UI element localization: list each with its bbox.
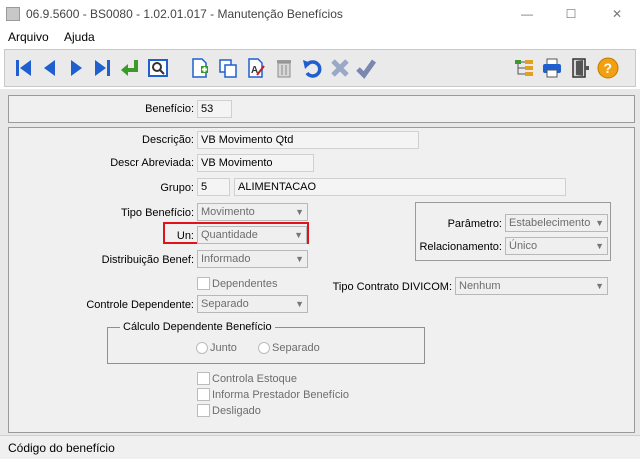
print-icon[interactable]: [541, 57, 563, 79]
return-icon[interactable]: [119, 57, 141, 79]
search-icon[interactable]: [147, 57, 169, 79]
menu-ajuda[interactable]: Ajuda: [64, 30, 95, 44]
tipo-beneficio-select[interactable]: Movimento ▼: [197, 203, 308, 221]
descricao-label: Descrição:: [142, 134, 194, 146]
distribuicao-value: Informado: [201, 253, 251, 265]
grupo-name-field: ALIMENTACAO: [234, 178, 566, 196]
relacionamento-label: Relacionamento:: [419, 241, 502, 253]
close-button[interactable]: ✕: [602, 4, 632, 24]
parametro-select[interactable]: Estabelecimento ▼: [505, 214, 608, 232]
chevron-down-icon: ▼: [295, 254, 304, 264]
maximize-button[interactable]: ☐: [556, 4, 586, 24]
controle-dependente-select[interactable]: Separado ▼: [197, 295, 308, 313]
confirm-icon[interactable]: [355, 57, 377, 79]
dependentes-label: Dependentes: [212, 278, 278, 290]
tipo-beneficio-label: Tipo Benefício:: [121, 207, 194, 219]
un-value: Quantidade: [201, 229, 258, 241]
cancel-icon[interactable]: [329, 57, 351, 79]
app-icon: [6, 7, 20, 21]
desligado-label: Desligado: [212, 405, 261, 417]
tipo-beneficio-value: Movimento: [201, 206, 255, 218]
chevron-down-icon: ▼: [295, 207, 304, 217]
status-text: Código do benefício: [8, 441, 115, 455]
last-record-icon[interactable]: [91, 57, 113, 79]
svg-text:?: ?: [604, 60, 613, 76]
grupo-label: Grupo:: [160, 182, 194, 194]
junto-radio[interactable]: [196, 342, 208, 354]
next-record-icon[interactable]: [65, 57, 87, 79]
distribuicao-label: Distribuição Benef:: [101, 254, 194, 266]
desligado-checkbox[interactable]: [197, 404, 210, 417]
distribuicao-select[interactable]: Informado ▼: [197, 250, 308, 268]
chevron-down-icon: ▼: [294, 230, 303, 240]
exit-icon[interactable]: [569, 57, 591, 79]
previous-record-icon[interactable]: [39, 57, 61, 79]
tipo-contrato-value: Nenhum: [459, 280, 501, 292]
window-title: 06.9.5600 - BS0080 - 1.02.01.017 - Manut…: [26, 7, 343, 21]
grupo-code-field[interactable]: 5: [197, 178, 230, 196]
beneficio-field[interactable]: 53: [197, 100, 232, 118]
descricao-field[interactable]: VB Movimento Qtd: [197, 131, 419, 149]
parametro-value: Estabelecimento: [509, 217, 591, 229]
controle-dependente-value: Separado: [201, 298, 249, 310]
chevron-down-icon: ▼: [595, 241, 604, 251]
chevron-down-icon: ▼: [595, 218, 604, 228]
minimize-button[interactable]: —: [512, 4, 542, 24]
separado-label: Separado: [272, 342, 320, 354]
copy-icon[interactable]: [217, 57, 239, 79]
first-record-icon[interactable]: [13, 57, 35, 79]
controle-dependente-label: Controle Dependente:: [86, 299, 194, 311]
junto-label: Junto: [210, 342, 237, 354]
undo-icon[interactable]: [301, 57, 323, 79]
controla-estoque-label: Controla Estoque: [212, 373, 297, 385]
parametro-label: Parâmetro:: [447, 218, 502, 230]
tree-icon[interactable]: [513, 57, 535, 79]
status-bar: Código do benefício: [0, 435, 640, 459]
tipo-contrato-label: Tipo Contrato DIVICOM:: [332, 281, 452, 293]
new-record-icon[interactable]: [189, 57, 211, 79]
edit-icon[interactable]: A: [245, 57, 267, 79]
delete-icon[interactable]: [273, 57, 295, 79]
tipo-contrato-select[interactable]: Nenhum ▼: [455, 277, 608, 295]
relacionamento-value: Único: [509, 240, 538, 252]
menu-bar: Arquivo Ajuda: [0, 28, 640, 46]
title-bar: 06.9.5600 - BS0080 - 1.02.01.017 - Manut…: [0, 0, 640, 28]
dependentes-checkbox[interactable]: [197, 277, 210, 290]
descr-abreviada-label: Descr Abreviada:: [110, 157, 194, 169]
separado-radio[interactable]: [258, 342, 270, 354]
calculo-legend: Cálculo Dependente Benefício: [120, 321, 275, 333]
toolbar: A ?: [4, 49, 636, 87]
relacionamento-select[interactable]: Único ▼: [505, 237, 608, 255]
informa-prestador-label: Informa Prestador Benefício: [212, 389, 349, 401]
chevron-down-icon: ▼: [295, 299, 304, 309]
informa-prestador-checkbox[interactable]: [197, 388, 210, 401]
chevron-down-icon: ▼: [595, 281, 604, 291]
un-select[interactable]: Quantidade ▼: [197, 226, 307, 244]
controla-estoque-checkbox[interactable]: [197, 372, 210, 385]
descr-abreviada-field[interactable]: VB Movimento: [197, 154, 314, 172]
menu-arquivo[interactable]: Arquivo: [8, 30, 49, 44]
help-icon[interactable]: ?: [597, 57, 619, 79]
un-label: Un:: [176, 230, 194, 242]
beneficio-label: Benefício:: [145, 103, 194, 115]
